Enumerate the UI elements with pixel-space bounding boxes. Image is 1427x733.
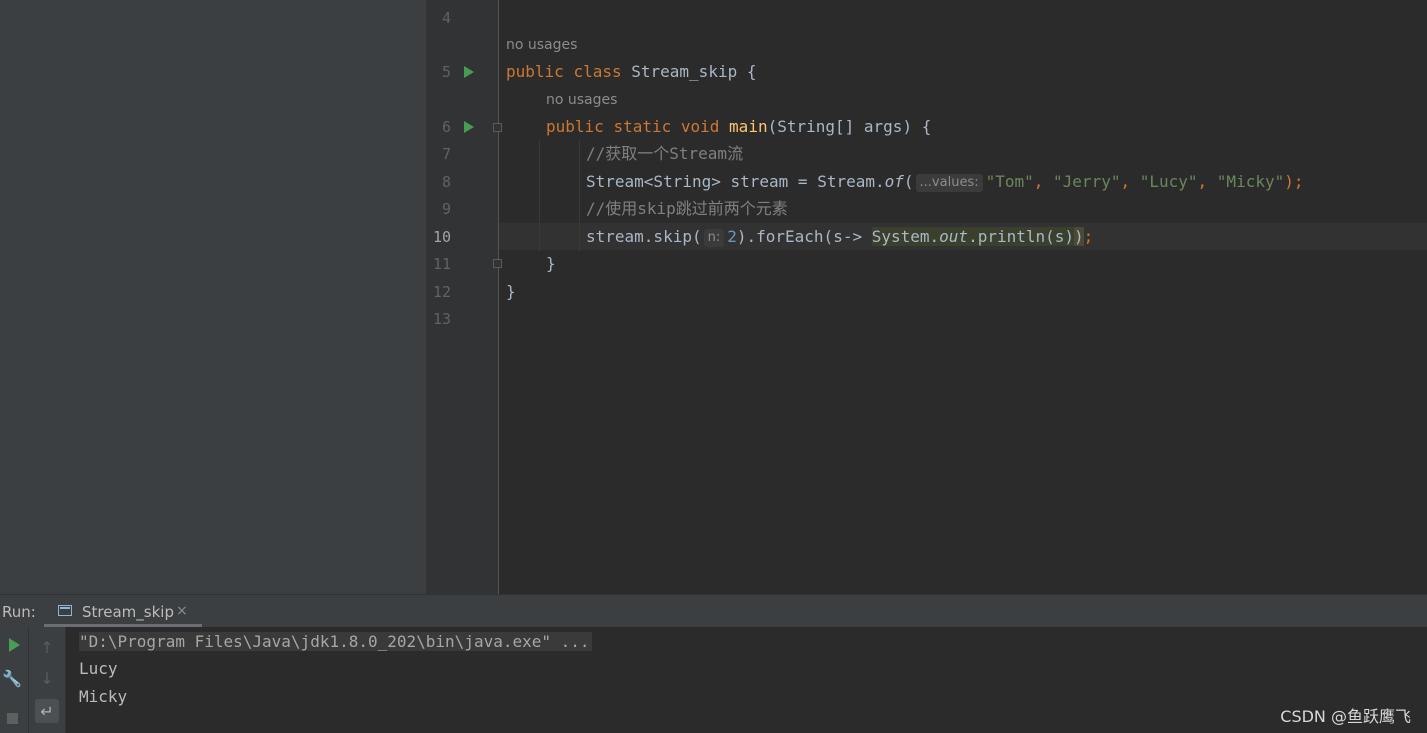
keyword: class bbox=[573, 62, 622, 81]
code-line-9: //使用skip跳过前两个元素 bbox=[586, 199, 788, 218]
indent-guide bbox=[579, 140, 580, 252]
watermark: CSDN @鱼跃鹰飞 bbox=[1280, 707, 1411, 726]
line-number: 9 bbox=[441, 200, 451, 218]
run-main-icon[interactable] bbox=[464, 121, 474, 133]
static-field-out: out bbox=[939, 227, 969, 246]
usage-hint[interactable]: no usages bbox=[546, 91, 617, 109]
console-icon bbox=[58, 605, 72, 616]
line-number: 4 bbox=[441, 9, 451, 27]
code-text: Stream<String> stream = Stream. bbox=[586, 172, 885, 191]
class-name: Stream_skip bbox=[631, 62, 738, 81]
number-literal: 2 bbox=[727, 227, 737, 246]
run-toolbar-right: ↑ ↓ ↵ bbox=[29, 627, 66, 733]
console-line: "D:\Program Files\Java\jdk1.8.0_202\bin\… bbox=[79, 631, 592, 653]
param-hint: n: bbox=[703, 229, 725, 247]
soft-wrap-icon[interactable]: ↵ bbox=[35, 699, 59, 723]
run-label: Run: bbox=[2, 603, 36, 621]
arrow-down-icon[interactable]: ↓ bbox=[35, 666, 59, 690]
method-name: main bbox=[729, 117, 768, 136]
code-text: stream.skip( bbox=[586, 227, 702, 246]
keyword: public bbox=[546, 117, 604, 136]
console-line: Micky bbox=[79, 687, 128, 706]
run-class-icon[interactable] bbox=[464, 66, 474, 78]
editor-gutter: 4 5 6 7 8 9 10 11 12 13 bbox=[427, 0, 502, 594]
line-number: 6 bbox=[441, 118, 451, 136]
open-paren: ( bbox=[903, 172, 914, 191]
line-number: 7 bbox=[441, 145, 451, 163]
close-paren: ); bbox=[1284, 172, 1304, 191]
line-number: 13 bbox=[432, 310, 451, 328]
code-line-11: } bbox=[546, 254, 556, 273]
keyword: public bbox=[506, 62, 564, 81]
code-area[interactable]: no usages public class Stream_skip { no … bbox=[499, 0, 1427, 594]
run-icon bbox=[8, 638, 20, 652]
line-number: 8 bbox=[441, 173, 451, 191]
code-line-6: public static void main(String[] args) { bbox=[546, 117, 931, 137]
run-console: 🔧 ↑ ↓ ↵ "D:\Program Files\Java\jdk1.8.0_… bbox=[0, 627, 1427, 733]
code-line-10: stream.skip(n: 2).forEach(s-> System.out.… bbox=[586, 227, 1093, 247]
keyword: void bbox=[680, 117, 720, 136]
line-number: 12 bbox=[432, 283, 451, 301]
indent-guide bbox=[539, 140, 540, 252]
string-literal: "Micky" bbox=[1216, 172, 1285, 191]
stop-button[interactable] bbox=[0, 706, 24, 730]
highlight-system: System. bbox=[871, 227, 940, 246]
run-tool-window-header: Run: Stream_skip × bbox=[0, 594, 1427, 628]
line-number: 10 bbox=[432, 228, 451, 246]
keyword: static bbox=[613, 117, 672, 136]
tab-stream-skip[interactable]: Stream_skip × bbox=[44, 595, 202, 628]
usage-hint[interactable]: no usages bbox=[506, 36, 577, 54]
rerun-button[interactable] bbox=[2, 633, 26, 657]
console-command[interactable]: "D:\Program Files\Java\jdk1.8.0_202\bin\… bbox=[79, 632, 592, 651]
comma: , bbox=[1197, 172, 1217, 191]
wrench-icon[interactable]: 🔧 bbox=[0, 666, 24, 690]
brace: { bbox=[746, 62, 757, 81]
highlight-println: .println(s) bbox=[968, 227, 1075, 246]
run-toolbar-left: 🔧 bbox=[0, 627, 29, 733]
console-line: Lucy bbox=[79, 659, 118, 678]
code-line-5: public class Stream_skip { bbox=[506, 62, 757, 82]
stop-icon bbox=[6, 712, 18, 724]
comma: , bbox=[1120, 172, 1140, 191]
string-literal: "Jerry" bbox=[1053, 172, 1121, 191]
close-icon[interactable]: × bbox=[176, 603, 188, 619]
line-number: 5 bbox=[441, 63, 451, 81]
code-editor[interactable]: 4 5 6 7 8 9 10 11 12 13 no usages public… bbox=[427, 0, 1427, 594]
comma: , bbox=[1033, 172, 1054, 191]
ide-window: 4 5 6 7 8 9 10 11 12 13 no usages public… bbox=[0, 0, 1427, 733]
method-of: of bbox=[884, 172, 904, 191]
code-line-7: //获取一个Stream流 bbox=[586, 144, 744, 163]
params: (String[] args) { bbox=[767, 117, 932, 136]
semicolon: ; bbox=[1083, 227, 1094, 246]
project-panel bbox=[0, 0, 427, 594]
tab-label: Stream_skip bbox=[82, 603, 174, 621]
arrow-up-icon[interactable]: ↑ bbox=[35, 635, 59, 659]
string-literal: "Lucy" bbox=[1139, 172, 1198, 191]
code-text: ).forEach(s-> bbox=[736, 227, 872, 246]
code-line-8: Stream<String> stream = Stream.of(...val… bbox=[586, 172, 1304, 192]
string-literal: "Tom" bbox=[985, 172, 1034, 191]
code-line-12: } bbox=[506, 282, 516, 301]
line-number: 11 bbox=[432, 255, 451, 273]
param-hint: ...values: bbox=[915, 174, 983, 192]
matched-paren: ) bbox=[1074, 227, 1084, 246]
